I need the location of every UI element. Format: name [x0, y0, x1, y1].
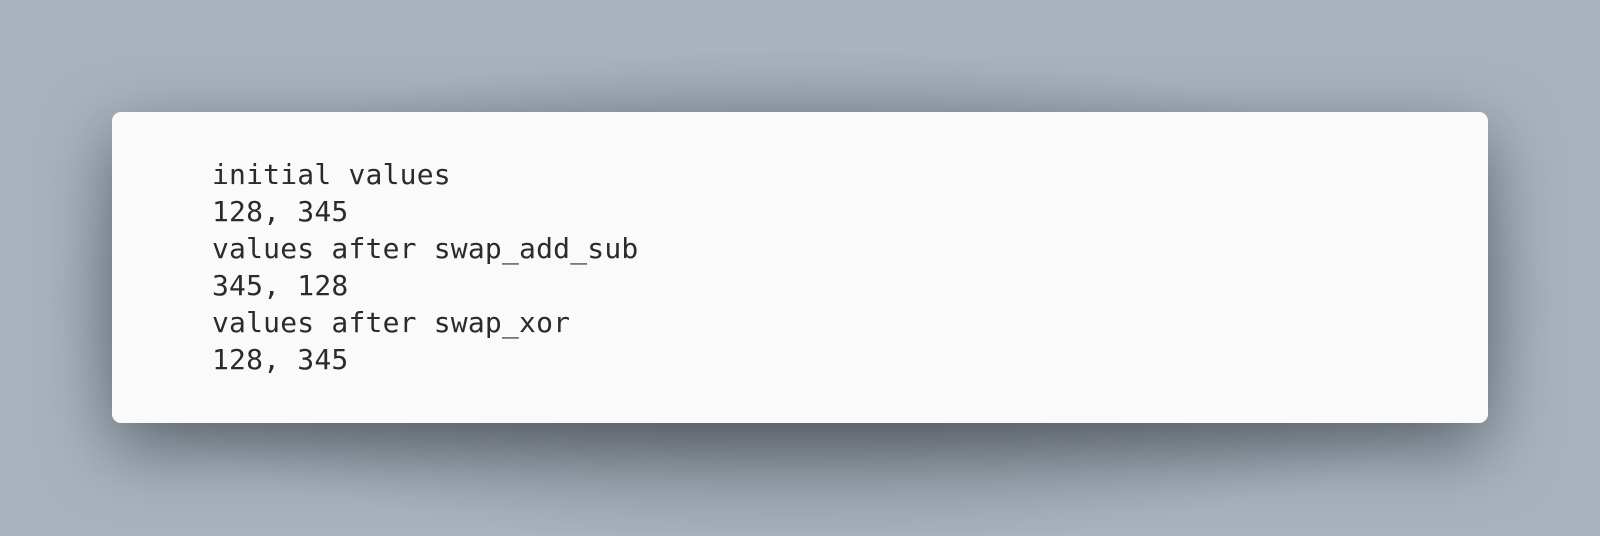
output-panel: initial values 128, 345 values after swa…	[112, 112, 1488, 423]
output-line: values after swap_xor	[212, 306, 571, 339]
output-line: 128, 345	[212, 195, 349, 228]
output-line: 128, 345	[212, 343, 349, 376]
output-line: 345, 128	[212, 269, 349, 302]
output-line: initial values	[212, 158, 451, 191]
output-line: values after swap_add_sub	[212, 232, 639, 265]
